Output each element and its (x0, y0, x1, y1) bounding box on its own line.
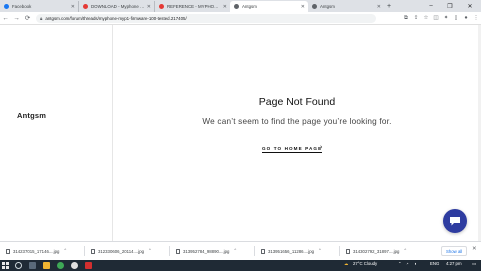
tab-antgsm-active[interactable]: Antgsm ✕ (230, 1, 308, 12)
tab-antgsm[interactable]: Antgsm ✕ (308, 1, 384, 12)
download-filename: 313952784_98890....jpg (183, 248, 230, 254)
app-icon[interactable] (85, 262, 92, 269)
weather-icon[interactable]: ☁ (344, 261, 348, 267)
url-text: antgsm.com/forum/threads/myphone-myp1-fi… (45, 15, 187, 21)
web-page: Antgsm Page Not Found We can’t seem to f… (0, 25, 481, 241)
close-tab-icon[interactable]: ✕ (71, 4, 75, 10)
chevron-up-icon[interactable]: ⌃ (63, 248, 67, 254)
more-menu-icon[interactable]: ⋮ (471, 13, 481, 24)
profile-avatar-icon[interactable]: ● (461, 13, 471, 24)
tab-title: DOWNLOAD - Myphone Myp (91, 4, 145, 9)
close-tab-icon[interactable]: ✕ (223, 4, 227, 10)
file-icon (261, 248, 265, 254)
globe-favicon-icon (234, 4, 239, 9)
chevron-up-icon[interactable]: ⌃ (318, 248, 322, 254)
tab-title: REFERENCE - MYPHONE MYP (167, 4, 221, 9)
volume-icon[interactable]: ◖ (414, 261, 417, 266)
forward-arrow-icon[interactable]: → (11, 13, 22, 24)
download-item[interactable]: 313952784_98890....jpg ⌃ (176, 242, 237, 260)
chevron-right-icon[interactable]: › (320, 144, 322, 151)
file-icon (91, 248, 95, 254)
close-window-button[interactable]: ✕ (461, 0, 479, 12)
close-tab-icon[interactable]: ✕ (301, 4, 305, 10)
tab-title: Antgsm (242, 4, 257, 9)
minimize-button[interactable]: – (422, 0, 440, 12)
page-title: Page Not Found (258, 96, 336, 108)
chrome-icon[interactable] (71, 262, 78, 269)
globe-favicon-icon (312, 4, 317, 9)
site-logo[interactable]: Antgsm (17, 111, 46, 120)
site-sidebar (0, 25, 113, 241)
download-filename: 312330606_20114....jpg (98, 248, 145, 254)
spotify-icon[interactable] (57, 262, 64, 269)
task-view-icon[interactable] (29, 262, 36, 269)
new-tab-button[interactable]: + (384, 1, 394, 12)
file-icon (176, 248, 180, 254)
file-explorer-icon[interactable] (43, 262, 50, 269)
reload-icon[interactable]: ⟳ (22, 13, 33, 24)
chevron-up-icon[interactable]: ⌃ (148, 248, 152, 254)
weather-text[interactable]: 27°C Cloudy (353, 261, 377, 266)
side-panel-icon[interactable]: ▯ (451, 13, 461, 24)
download-item[interactable]: 313951656_11286....jpg ⌃ (261, 242, 322, 260)
address-bar[interactable]: 🔒︎ antgsm.com/forum/threads/myphone-myp1… (36, 13, 376, 23)
download-filename: 314302792_31897....jpg (353, 248, 400, 254)
not-found-message: We can’t seem to find the page you’re lo… (202, 117, 392, 126)
tab-facebook[interactable]: Facebook ✕ (0, 1, 78, 12)
clock[interactable]: 4:27 pm (446, 261, 462, 266)
tab-title: Facebook (12, 4, 32, 9)
share-icon[interactable]: ⇪ (411, 13, 421, 24)
chat-button[interactable] (443, 209, 467, 233)
language-indicator[interactable]: ENG (430, 261, 439, 266)
tab-download[interactable]: DOWNLOAD - Myphone Myp ✕ (78, 1, 154, 12)
facebook-favicon-icon (4, 4, 9, 9)
close-tab-icon[interactable]: ✕ (147, 4, 151, 10)
file-icon (6, 248, 10, 254)
download-item[interactable]: 314302792_31897....jpg ⌃ (346, 242, 407, 260)
translate-icon[interactable]: ◫ (431, 13, 441, 24)
show-all-downloads-button[interactable]: Show all (441, 246, 468, 256)
extensions-puzzle-icon[interactable]: ✦ (441, 13, 451, 24)
tab-strip: Facebook ✕ DOWNLOAD - Myphone Myp ✕ REFE… (0, 0, 481, 12)
bookmark-star-icon[interactable]: ☆ (421, 13, 431, 24)
download-filename: 314237015_17146....jpg (13, 248, 60, 254)
tab-title: Antgsm (320, 4, 335, 9)
tray-chevron-icon[interactable]: ⌃ (398, 261, 402, 267)
home-page-link[interactable]: GO TO HOME PAGE (262, 146, 323, 153)
file-icon (346, 248, 350, 254)
download-filename: 313951656_11286....jpg (268, 248, 315, 254)
search-icon[interactable] (15, 262, 22, 269)
install-app-icon[interactable]: ⧉ (401, 13, 411, 24)
network-icon[interactable]: ◔ (406, 261, 409, 266)
windows-start-icon[interactable] (2, 262, 9, 269)
download-item[interactable]: 312330606_20114....jpg ⌃ (91, 242, 152, 260)
browser-toolbar: ← → ⟳ 🔒︎ antgsm.com/forum/threads/myphon… (0, 12, 481, 25)
site-favicon-icon (159, 4, 164, 9)
download-item[interactable]: 314237015_17146....jpg ⌃ (6, 242, 67, 260)
maximize-button[interactable]: ❐ (441, 0, 459, 12)
chevron-up-icon[interactable]: ⌃ (403, 248, 407, 254)
back-arrow-icon[interactable]: ← (0, 13, 11, 24)
close-download-bar-icon[interactable]: ✕ (472, 246, 477, 252)
site-favicon-icon (83, 4, 88, 9)
lock-icon: 🔒︎ (40, 15, 43, 21)
tab-reference[interactable]: REFERENCE - MYPHONE MYP ✕ (154, 1, 230, 12)
chat-bubble-icon (450, 216, 460, 225)
windows-taskbar: ☁ 27°C Cloudy ⌃ ◔ ◖ ENG 4:27 pm ▭ (0, 260, 481, 271)
chevron-up-icon[interactable]: ⌃ (233, 248, 237, 254)
download-bar: 314237015_17146....jpg ⌃ 312330606_20114… (0, 241, 481, 260)
notification-icon[interactable]: ▭ (472, 261, 476, 267)
close-tab-icon[interactable]: ✕ (377, 4, 381, 10)
